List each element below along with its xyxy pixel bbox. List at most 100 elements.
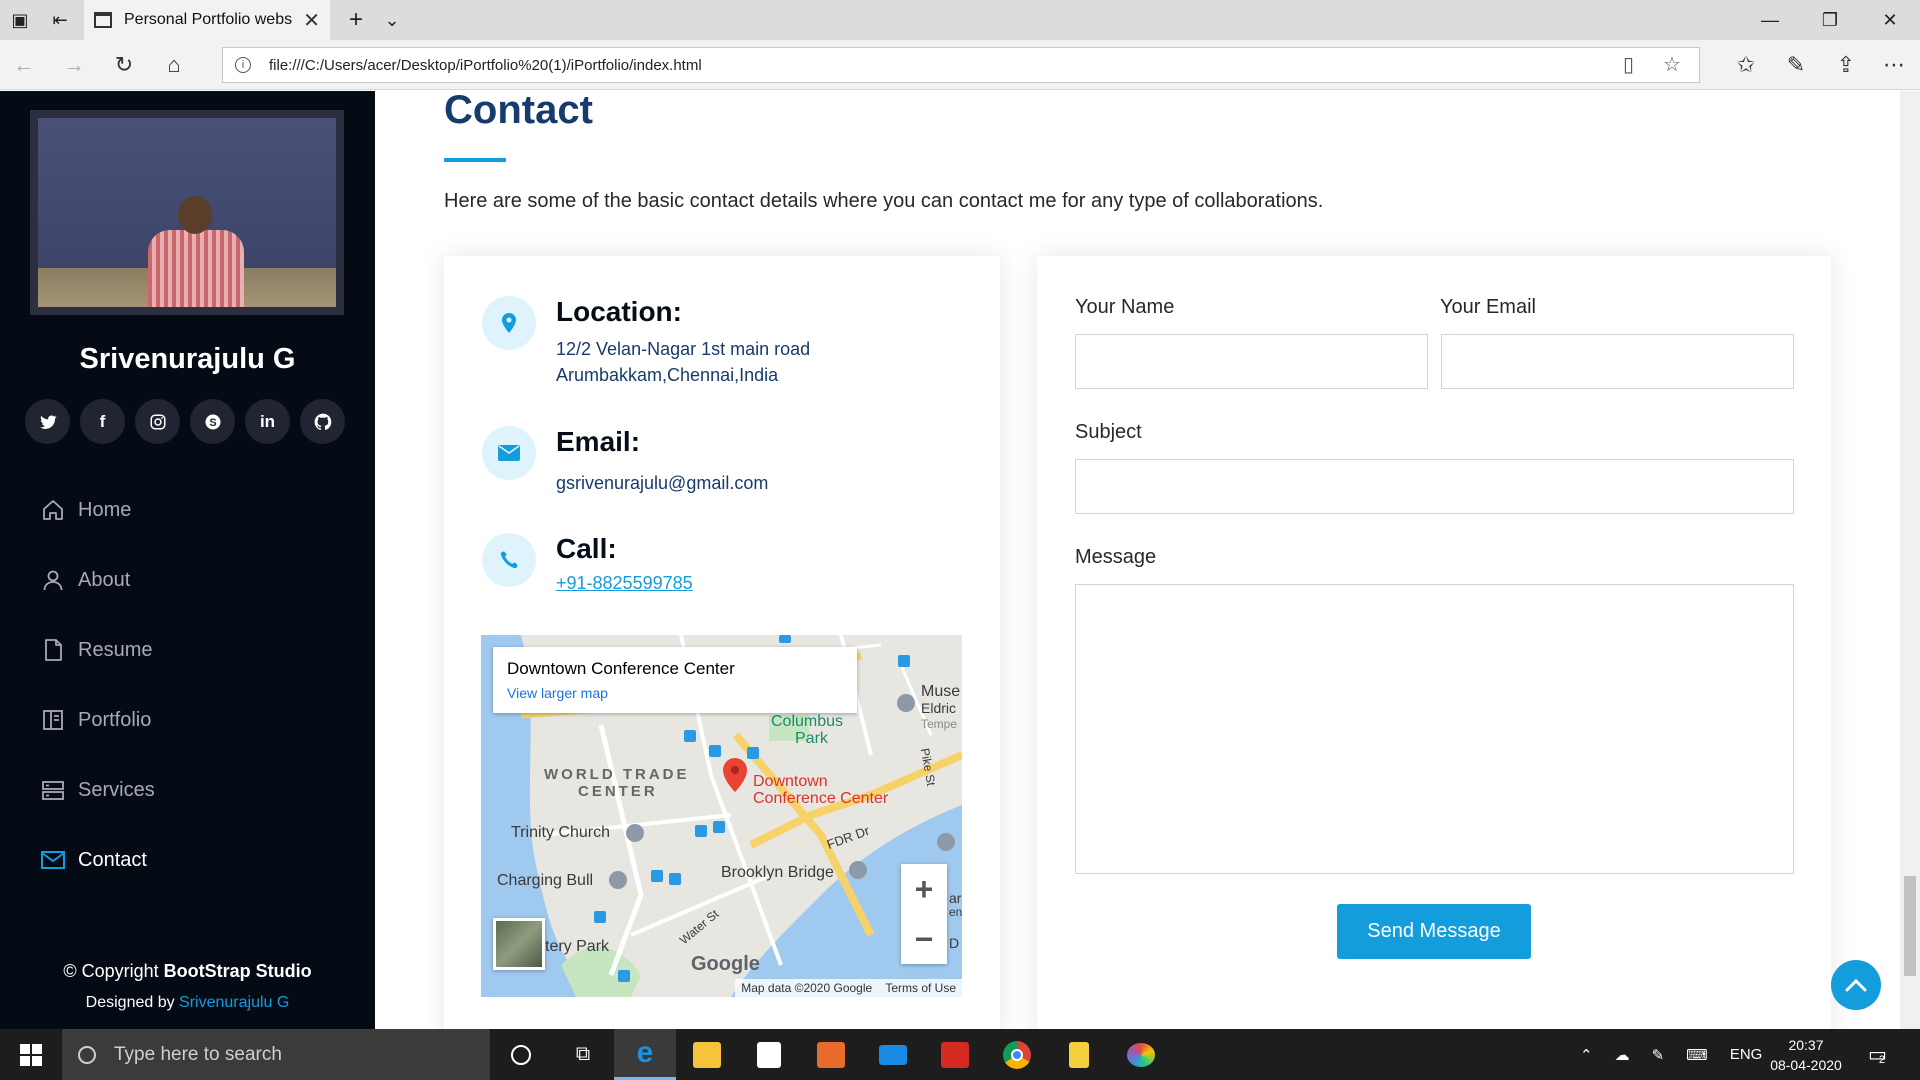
phone-icon	[482, 533, 536, 587]
refresh-icon[interactable]: ↻	[108, 50, 140, 80]
nav-item-services[interactable]: Services	[40, 755, 155, 825]
phone-link[interactable]: +91-8825599785	[556, 573, 693, 593]
view-larger-map-link[interactable]: View larger map	[507, 685, 843, 701]
nav-item-contact[interactable]: Contact	[40, 825, 155, 895]
slides-app-icon[interactable]	[800, 1029, 862, 1080]
nav-item-home[interactable]: Home	[40, 475, 155, 545]
subject-input[interactable]	[1075, 459, 1794, 514]
back-to-top-button[interactable]	[1831, 960, 1881, 1010]
forward-icon[interactable]: →	[58, 50, 90, 80]
map-place-title: Downtown Conference Center	[507, 659, 735, 678]
map-label: D	[949, 935, 960, 951]
map-label: Eldric	[921, 700, 957, 716]
github-icon[interactable]	[300, 399, 345, 444]
browser-tab[interactable]: Personal Portfolio webs ✕	[84, 0, 330, 40]
pen-workspace-icon[interactable]: ✎	[1652, 1046, 1665, 1064]
browser-nav-bar: ← → ↻ ⌂ i file:///C:/Users/acer/Desktop/…	[0, 40, 1920, 90]
windows-taskbar: Type here to search ⧉ e ⌃ ☁ ✎ ⌨ ENG 20:3…	[0, 1029, 1920, 1080]
taskbar-search[interactable]: Type here to search	[62, 1029, 490, 1080]
map-label: CENTER	[578, 783, 658, 800]
edge-taskbar-icon[interactable]: e	[614, 1029, 676, 1080]
map-label: tery Park	[545, 938, 610, 955]
map-label: Columbus	[771, 713, 844, 730]
close-window-icon[interactable]: ✕	[1860, 0, 1920, 40]
message-label: Message	[1075, 546, 1157, 568]
section-description: Here are some of the basic contact detai…	[444, 190, 1324, 212]
paint-app-icon[interactable]	[1110, 1029, 1172, 1080]
tab-actions-icon[interactable]: ▣	[4, 6, 36, 34]
linkedin-icon[interactable]: in	[245, 399, 290, 444]
notifications-button[interactable]: ▭ 2	[1868, 1029, 1887, 1080]
store-icon[interactable]	[738, 1029, 800, 1080]
notification-count: 2	[1878, 1053, 1886, 1066]
close-tab-icon[interactable]: ✕	[303, 8, 320, 33]
favorite-star-icon[interactable]: ☆	[1663, 52, 1681, 77]
minimize-icon[interactable]: —	[1740, 0, 1800, 40]
nav-item-resume[interactable]: Resume	[40, 615, 155, 685]
back-icon[interactable]: ←	[8, 50, 40, 80]
clock[interactable]: 20:37 08-04-2020	[1756, 1035, 1856, 1075]
zoom-out-button[interactable]: −	[901, 914, 947, 964]
share-icon[interactable]: ⇪	[1830, 50, 1862, 80]
social-links: f S in	[25, 399, 345, 444]
task-view-icon[interactable]: ⧉	[552, 1029, 614, 1080]
clock-date: 08-04-2020	[1770, 1057, 1842, 1073]
home-icon[interactable]: ⌂	[158, 50, 190, 80]
location-title: Location:	[556, 296, 682, 327]
notes-app-icon[interactable]	[1048, 1029, 1110, 1080]
terms-of-use-link[interactable]: Terms of Use	[885, 981, 956, 995]
file-explorer-icon[interactable]	[676, 1029, 738, 1080]
twitter-icon[interactable]	[25, 399, 70, 444]
cortana-icon[interactable]	[490, 1029, 552, 1080]
nav-label-services: Services	[78, 778, 155, 801]
nav-label-contact: Contact	[78, 848, 147, 871]
site-info-icon[interactable]: i	[235, 57, 251, 73]
nav-item-about[interactable]: About	[40, 545, 155, 615]
chevron-up-icon	[1845, 978, 1867, 992]
keyboard-icon[interactable]: ⌨	[1686, 1046, 1708, 1064]
profile-photo	[30, 110, 344, 315]
set-aside-tabs-icon[interactable]: ⇤	[44, 6, 76, 34]
scrollbar-thumb[interactable]	[1904, 876, 1916, 976]
name-input[interactable]	[1075, 334, 1428, 389]
pen-icon[interactable]: ✎	[1780, 50, 1812, 80]
server-icon	[40, 777, 66, 803]
tab-list-chevron-icon[interactable]: ⌄	[376, 6, 408, 34]
nav-label-about: About	[78, 568, 131, 591]
restore-icon[interactable]: ❐	[1800, 0, 1860, 40]
more-icon[interactable]: ⋯	[1878, 50, 1910, 80]
page-scrollbar[interactable]	[1900, 91, 1920, 1029]
file-icon	[40, 637, 66, 663]
satellite-toggle[interactable]	[493, 918, 545, 970]
facebook-icon[interactable]: f	[80, 399, 125, 444]
section-title: Contact	[444, 88, 593, 132]
acrobat-icon[interactable]	[924, 1029, 986, 1080]
map-label: Charging Bull	[497, 872, 594, 889]
start-button[interactable]	[0, 1029, 62, 1080]
designer-link[interactable]: Srivenurajulu G	[179, 994, 289, 1011]
instagram-icon[interactable]	[135, 399, 180, 444]
nav-label-resume: Resume	[78, 638, 153, 661]
embedded-map[interactable]: Columbus Park WORLD TRADE CENTER Downtow…	[481, 635, 962, 997]
new-tab-icon[interactable]: +	[340, 6, 372, 34]
sidebar: Srivenurajulu G f S in Home About Resume	[0, 91, 375, 1029]
favorites-icon[interactable]: ✩	[1730, 50, 1762, 80]
windows-logo-icon	[20, 1043, 42, 1066]
map-place-card: Downtown Conference Center View larger m…	[493, 647, 857, 713]
footer-credits: © Copyright BootStrap Studio Designed by…	[0, 955, 375, 1019]
mail-icon[interactable]	[862, 1029, 924, 1080]
envelope-icon	[40, 847, 66, 873]
address-bar[interactable]: i file:///C:/Users/acer/Desktop/iPortfol…	[222, 47, 1700, 83]
chrome-icon[interactable]	[986, 1029, 1048, 1080]
nav-item-portfolio[interactable]: Portfolio	[40, 685, 155, 755]
reading-view-icon[interactable]: ▯	[1623, 52, 1634, 77]
send-message-button[interactable]: Send Message	[1337, 904, 1531, 959]
search-icon	[78, 1045, 96, 1064]
designed-by-text: Designed by	[85, 994, 180, 1011]
zoom-in-button[interactable]: +	[901, 864, 947, 914]
skype-icon[interactable]: S	[190, 399, 235, 444]
message-textarea[interactable]	[1075, 584, 1794, 874]
tray-chevron-up-icon[interactable]: ⌃	[1580, 1046, 1593, 1064]
email-input[interactable]	[1441, 334, 1794, 389]
onedrive-icon[interactable]: ☁	[1615, 1046, 1630, 1064]
